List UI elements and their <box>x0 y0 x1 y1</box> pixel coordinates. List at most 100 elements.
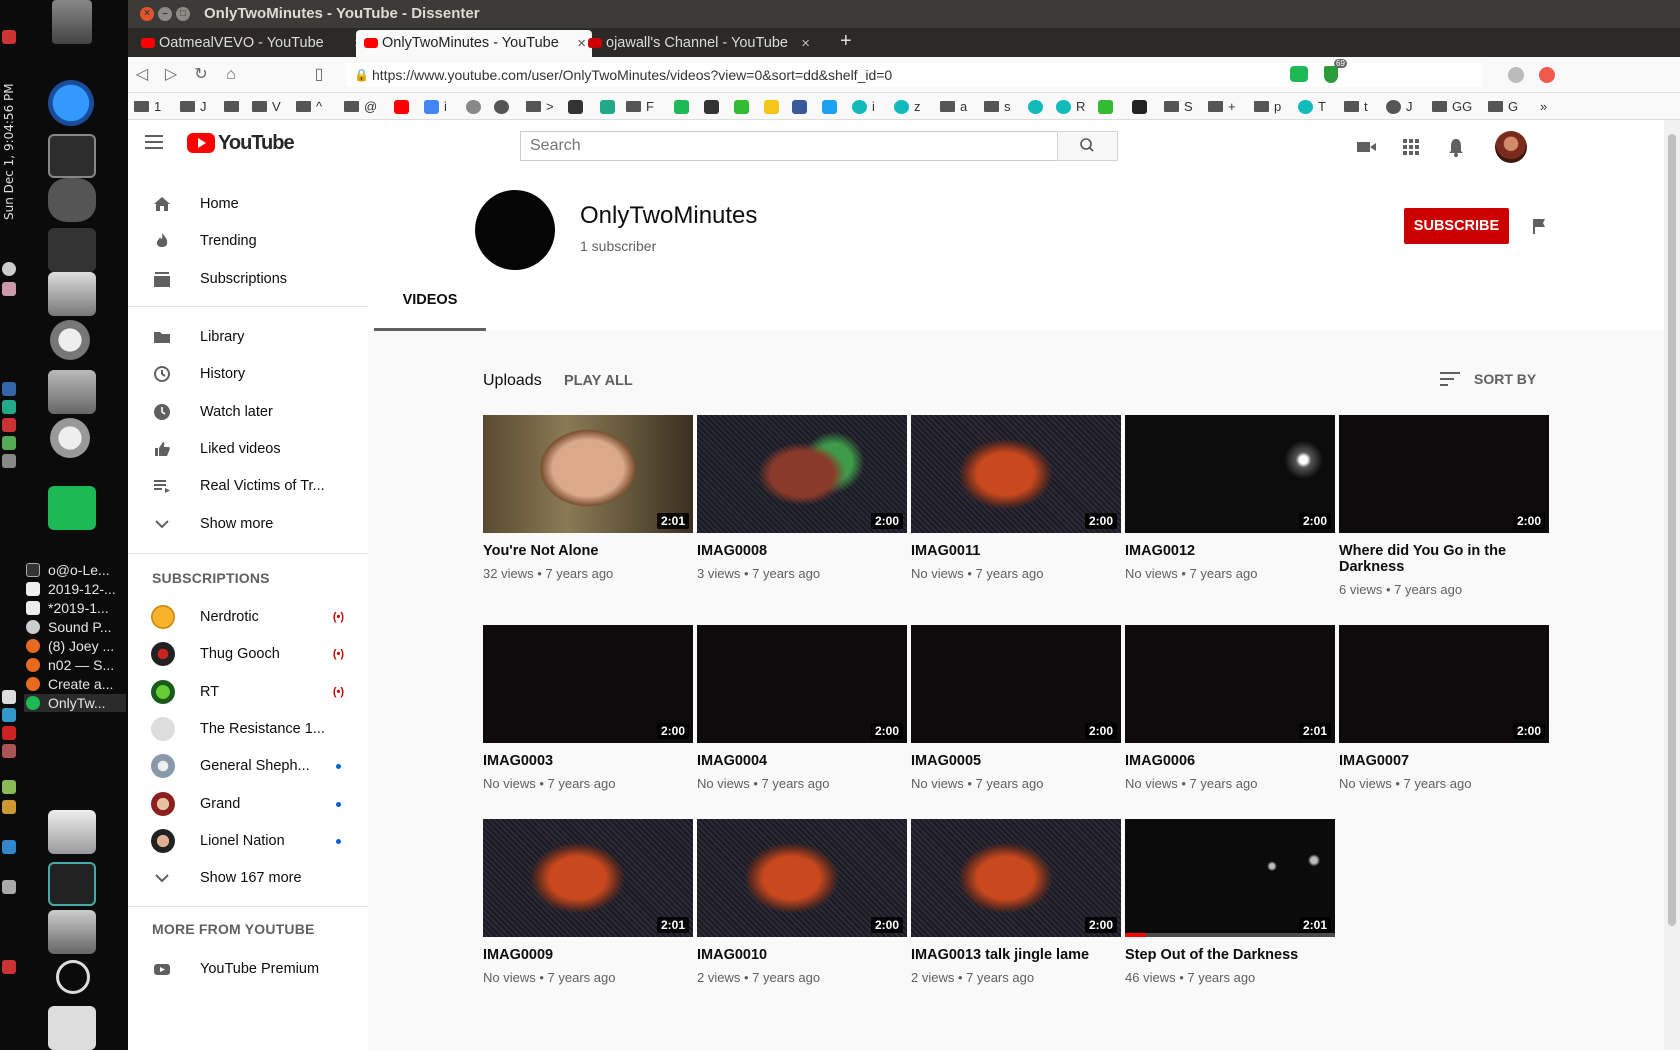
tray-icon[interactable] <box>2 282 16 296</box>
subscription-item[interactable]: Lionel Nation <box>128 821 368 861</box>
subscription-item[interactable]: Thug Gooch (•) <box>128 634 368 674</box>
bookmark-folder[interactable]: a <box>940 98 967 116</box>
video-thumbnail[interactable]: 2:01 <box>483 415 693 533</box>
video-thumbnail[interactable]: 2:01 <box>1125 625 1335 743</box>
camera-icon[interactable] <box>48 910 96 954</box>
show-more-subscriptions[interactable]: Show 167 more <box>128 858 368 898</box>
video-title[interactable]: IMAG0007 <box>1339 753 1549 769</box>
search-input[interactable] <box>520 131 1058 161</box>
settings-icon[interactable] <box>50 320 90 360</box>
sidebar-item-playlist[interactable]: Real Victims of Tr... <box>128 466 368 506</box>
video-title[interactable]: IMAG0010 <box>697 947 907 963</box>
bookmark-folder[interactable]: F <box>626 98 654 116</box>
bookmark-item[interactable] <box>704 98 720 116</box>
tray-icon[interactable] <box>2 382 16 396</box>
subscribe-button[interactable]: SUBSCRIBE <box>1404 208 1509 244</box>
task-item[interactable]: Create a... <box>24 675 126 693</box>
maximize-window-icon[interactable]: □ <box>176 7 190 21</box>
bookmark-folder[interactable]: @ <box>344 98 377 116</box>
bookmarks-overflow-button[interactable]: » <box>1540 98 1547 116</box>
bookmark-item[interactable]: R <box>1056 98 1085 116</box>
sidebar-item-subscriptions[interactable]: Subscriptions <box>128 259 368 299</box>
sort-by-button[interactable]: SORT BY <box>1440 369 1536 389</box>
video-title[interactable]: Step Out of the Darkness <box>1125 947 1335 963</box>
sidebar-item-history[interactable]: History <box>128 354 368 394</box>
tray-icon[interactable] <box>2 800 16 814</box>
video-thumbnail[interactable]: 2:00 <box>697 819 907 937</box>
tray-icon[interactable] <box>2 454 16 468</box>
notes-icon[interactable] <box>48 486 96 530</box>
apps-grid-icon[interactable] <box>1400 136 1422 158</box>
video-title[interactable]: IMAG0003 <box>483 753 693 769</box>
subscription-item[interactable]: Nerdrotic (•) <box>128 597 368 637</box>
video-thumbnail[interactable]: 2:00 <box>697 415 907 533</box>
video-card[interactable]: 2:00 IMAG0003 No views • 7 years ago <box>483 625 693 791</box>
bookmark-folder[interactable]: > <box>526 98 554 116</box>
video-title[interactable]: Where did You Go in the Darkness <box>1339 543 1549 575</box>
video-card[interactable]: 2:00 IMAG0011 No views • 7 years ago <box>911 415 1121 581</box>
bookmark-item[interactable] <box>494 98 510 116</box>
video-card[interactable]: 2:00 IMAG0008 3 views • 7 years ago <box>697 415 907 581</box>
tray-icon[interactable] <box>2 400 16 414</box>
tray-icon[interactable] <box>2 726 16 740</box>
create-video-icon[interactable] <box>1355 136 1377 158</box>
bookmark-icon[interactable]: ▯ <box>308 64 330 86</box>
bookmark-item[interactable]: i <box>852 98 875 116</box>
tray-icon[interactable] <box>2 960 16 974</box>
sidebar-item-library[interactable]: Library <box>128 317 368 357</box>
video-title[interactable]: IMAG0009 <box>483 947 693 963</box>
sidebar-item-watch-later[interactable]: Watch later <box>128 392 368 432</box>
address-bar[interactable]: 🔒 https://www.youtube.com/user/OnlyTwoMi… <box>346 63 1482 87</box>
video-card[interactable]: 2:01 IMAG0006 No views • 7 years ago <box>1125 625 1335 791</box>
task-item[interactable]: Sound P... <box>24 618 126 636</box>
media-player-icon[interactable] <box>48 80 94 126</box>
calendar-icon[interactable] <box>2 30 16 44</box>
scanner-icon[interactable] <box>48 272 96 316</box>
video-card[interactable]: 2:01 You're Not Alone 32 views • 7 years a… <box>483 415 693 581</box>
bookmark-folder[interactable]: + <box>1208 98 1236 116</box>
bookmark-item[interactable] <box>792 98 808 116</box>
bookmark-item[interactable] <box>674 98 690 116</box>
video-title[interactable]: IMAG0005 <box>911 753 1121 769</box>
video-title[interactable]: IMAG0004 <box>697 753 907 769</box>
video-title[interactable]: IMAG0013 talk jingle lame <box>911 947 1121 963</box>
video-title[interactable]: IMAG0011 <box>911 543 1121 559</box>
bookmark-item[interactable] <box>734 98 750 116</box>
sidebar-item-liked-videos[interactable]: Liked videos <box>128 429 368 469</box>
home-icon[interactable]: ⌂ <box>220 64 242 86</box>
video-title[interactable]: IMAG0012 <box>1125 543 1335 559</box>
tray-icon[interactable] <box>2 708 16 722</box>
close-window-icon[interactable]: × <box>140 7 154 21</box>
tab-onlytwominutes[interactable]: OnlyTwoMinutes - YouTube × <box>356 30 592 57</box>
video-title[interactable]: You're Not Alone <box>483 543 693 559</box>
wifi-icon[interactable] <box>2 262 16 276</box>
video-thumbnail[interactable]: 2:01 <box>483 819 693 937</box>
video-thumbnail[interactable]: 2:00 <box>697 625 907 743</box>
video-thumbnail[interactable]: 2:01 <box>1125 819 1335 937</box>
sidebar-item-youtube-premium[interactable]: YouTube Premium <box>128 949 368 989</box>
tab-videos[interactable]: VIDEOS <box>374 274 486 331</box>
profile-icon[interactable] <box>1508 67 1524 83</box>
bookmark-item[interactable] <box>1028 98 1044 116</box>
tray-icon[interactable] <box>2 436 16 450</box>
task-item[interactable]: n02 — S... <box>24 656 126 674</box>
video-title[interactable]: IMAG0008 <box>697 543 907 559</box>
notifications-bell-icon[interactable] <box>1445 136 1467 158</box>
bookmark-item[interactable] <box>568 98 584 116</box>
bookmark-folder[interactable]: G <box>1488 98 1518 116</box>
bookmark-item[interactable] <box>1098 98 1114 116</box>
bookmark-item[interactable]: z <box>894 98 921 116</box>
back-icon[interactable]: ◁ <box>131 64 153 86</box>
bookmark-item[interactable] <box>1132 98 1148 116</box>
video-thumbnail[interactable]: 2:00 <box>1339 625 1549 743</box>
system-monitor-icon[interactable] <box>48 862 96 906</box>
video-card[interactable]: 2:00 Where did You Go in the Darkness 6 vi… <box>1339 415 1549 597</box>
bookmark-item[interactable] <box>466 98 482 116</box>
tab-ojawall[interactable]: ojawall's Channel - YouTube × <box>580 30 816 57</box>
dissenter-extension-icon[interactable] <box>1290 66 1308 82</box>
bookmark-folder[interactable]: V <box>252 98 281 116</box>
new-tab-button[interactable]: + <box>840 28 852 55</box>
tray-icon[interactable] <box>2 418 16 432</box>
tray-icon[interactable] <box>2 744 16 758</box>
video-card[interactable]: 2:01 Step Out of the Darkness 46 views • 7… <box>1125 819 1335 985</box>
